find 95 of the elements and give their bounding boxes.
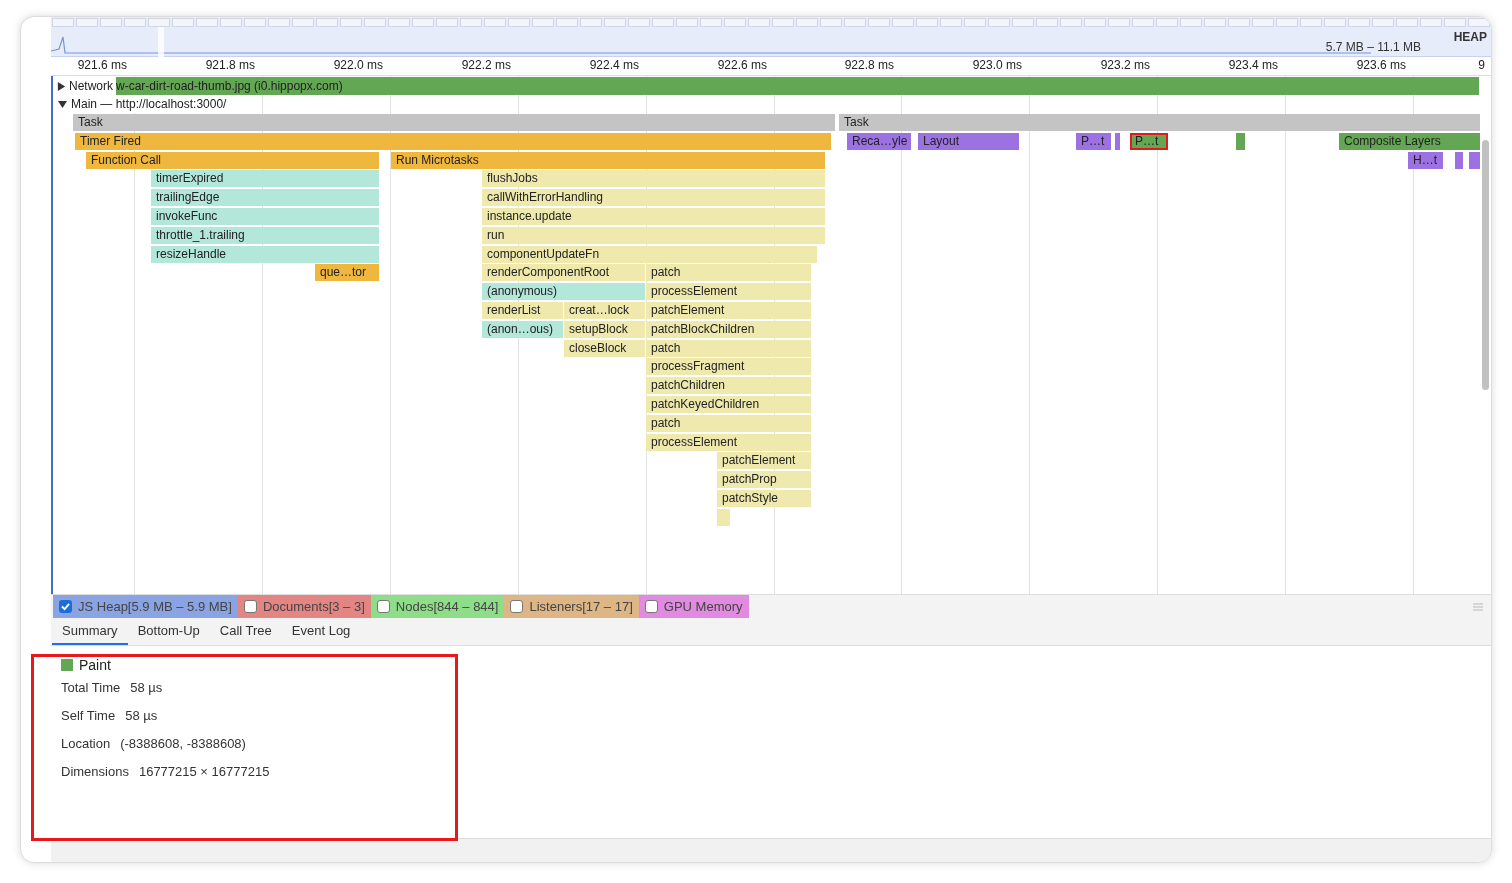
checkbox[interactable] bbox=[376, 600, 390, 613]
flame-bar[interactable]: instance.update bbox=[482, 208, 825, 225]
flame-bar[interactable]: creat…lock bbox=[564, 302, 645, 319]
flame-bar[interactable]: componentUpdateFn bbox=[482, 245, 817, 263]
request-label: w-car-dirt-road-thumb.jpg (i0.hippopx.com) bbox=[116, 78, 343, 95]
heap-label: HEAP bbox=[1453, 31, 1487, 43]
flame-bar[interactable]: resizeHandle bbox=[151, 245, 379, 263]
counter-label: Listeners[17 – 17] bbox=[529, 597, 633, 616]
flame-bar[interactable]: processElement bbox=[646, 283, 811, 301]
flame-bar[interactable]: patch bbox=[646, 414, 811, 432]
flame-bar[interactable]: patchBlockChildren bbox=[646, 320, 811, 338]
track-title: Network bbox=[69, 78, 113, 95]
flame-bar[interactable] bbox=[1240, 132, 1245, 150]
time-label: 923.4 ms bbox=[1228, 59, 1278, 71]
checkbox[interactable] bbox=[510, 600, 524, 613]
flame-bar[interactable]: patchProp bbox=[717, 471, 811, 489]
counter-label: Documents[3 – 3] bbox=[262, 597, 365, 616]
flame-bar[interactable]: (anonymous) bbox=[482, 283, 645, 301]
panel-tab[interactable]: Bottom-Up bbox=[127, 618, 210, 645]
time-label: 921.6 ms bbox=[77, 59, 127, 71]
counter-label: GPU Memory bbox=[663, 597, 743, 616]
checkbox[interactable] bbox=[644, 600, 658, 613]
flame-bar[interactable]: P…t bbox=[1076, 132, 1111, 150]
detail-value: 58 µs bbox=[125, 707, 158, 726]
panel-tab[interactable]: Event Log bbox=[281, 618, 361, 645]
detail-label: Dimensions bbox=[61, 763, 129, 782]
flame-bar[interactable]: timerExpired bbox=[151, 170, 379, 188]
flame-bar[interactable]: setupBlock bbox=[564, 320, 645, 338]
flame-bar[interactable] bbox=[1115, 132, 1120, 150]
flame-bar[interactable]: Composite Layers bbox=[1339, 132, 1480, 150]
expand-icon[interactable] bbox=[57, 81, 66, 91]
time-label: 922.0 ms bbox=[333, 59, 383, 71]
check-icon bbox=[61, 602, 70, 611]
flame-bar[interactable]: callWithErrorHandling bbox=[482, 189, 825, 207]
counter-toggle[interactable]: Nodes[844 – 844] bbox=[370, 595, 505, 618]
time-label: 922.2 ms bbox=[461, 59, 511, 71]
flame-bar[interactable]: Layout bbox=[918, 132, 1019, 150]
flame-bar[interactable]: Run Microtasks bbox=[391, 151, 825, 169]
counter-label: JS Heap[5.9 MB – 5.9 MB] bbox=[78, 597, 232, 616]
detail-value: (-8388608, -8388608) bbox=[120, 735, 246, 754]
flame-bar[interactable]: P…t bbox=[1130, 132, 1168, 150]
time-label: 921.8 ms bbox=[205, 59, 255, 71]
event-title: Paint bbox=[79, 655, 111, 675]
flame-bar[interactable]: Reca…yle bbox=[847, 132, 911, 150]
counter-toggle[interactable]: GPU Memory bbox=[638, 595, 749, 618]
flame-bar[interactable]: trailingEdge bbox=[151, 189, 379, 207]
flame-bar[interactable]: renderList bbox=[482, 302, 563, 319]
flame-bar[interactable] bbox=[1469, 151, 1480, 169]
time-label: 922.8 ms bbox=[844, 59, 894, 71]
flame-bar[interactable]: Task bbox=[73, 114, 835, 131]
scrollbar-thumb[interactable] bbox=[1481, 140, 1489, 390]
flame-bar[interactable]: patchChildren bbox=[646, 377, 811, 395]
time-label: 9 bbox=[1478, 59, 1485, 71]
flame-bar[interactable]: patch bbox=[646, 339, 811, 357]
flame-bar[interactable] bbox=[1455, 151, 1463, 169]
time-label: 922.6 ms bbox=[717, 59, 767, 71]
flame-bar[interactable]: H…t bbox=[1408, 151, 1443, 169]
detail-label: Self Time bbox=[61, 707, 116, 726]
flame-bar[interactable]: Task bbox=[839, 114, 1480, 131]
counter-toggle[interactable]: JS Heap[5.9 MB – 5.9 MB] bbox=[53, 595, 238, 618]
flame-bar[interactable]: que…tor bbox=[315, 264, 379, 282]
track-title[interactable]: Main — http://localhost:3000/ bbox=[71, 95, 227, 113]
flame-bar[interactable]: (anon…ous) bbox=[482, 320, 563, 338]
time-label: 923.6 ms bbox=[1356, 59, 1406, 71]
time-label: 923.0 ms bbox=[972, 59, 1022, 71]
detail-value: 16777215 × 16777215 bbox=[138, 763, 270, 782]
counter-toggle[interactable]: Listeners[17 – 17] bbox=[504, 595, 639, 618]
flame-bar[interactable]: patchElement bbox=[717, 452, 811, 470]
checkbox[interactable] bbox=[59, 600, 72, 613]
flame-bar[interactable]: Timer Fired bbox=[75, 132, 831, 150]
flame-bar[interactable]: patchElement bbox=[646, 302, 811, 319]
flame-bar[interactable]: invokeFunc bbox=[151, 208, 379, 225]
time-label: 923.2 ms bbox=[1100, 59, 1150, 71]
detail-label: Location bbox=[61, 735, 111, 754]
flame-bar[interactable]: throttle_1.trailing bbox=[151, 226, 379, 244]
checkbox[interactable] bbox=[243, 600, 257, 613]
flame-bar[interactable]: closeBlock bbox=[564, 339, 645, 357]
collapse-icon[interactable] bbox=[58, 99, 67, 109]
panel-tab[interactable]: Call Tree bbox=[209, 618, 282, 645]
flame-bar[interactable]: renderComponentRoot bbox=[482, 264, 645, 282]
counter-toggle[interactable]: Documents[3 – 3] bbox=[237, 595, 371, 618]
flame-bar[interactable]: processFragment bbox=[646, 358, 811, 376]
track-header[interactable]: Network bbox=[53, 77, 116, 95]
detail-value: 58 µs bbox=[130, 679, 163, 698]
detail-label: Total Time bbox=[61, 679, 121, 698]
flame-bar[interactable]: patch bbox=[646, 264, 811, 282]
flame-bar[interactable]: processElement bbox=[646, 433, 811, 451]
flame-bar[interactable]: patchKeyedChildren bbox=[646, 396, 811, 413]
flame-bar[interactable]: flushJobs bbox=[482, 170, 825, 188]
heap-range: 5.7 MB – 11.1 MB bbox=[1325, 41, 1421, 53]
flame-bar[interactable]: Function Call bbox=[86, 151, 379, 169]
time-label: 922.4 ms bbox=[589, 59, 639, 71]
counter-label: Nodes[844 – 844] bbox=[395, 597, 499, 616]
flame-bar[interactable]: run bbox=[482, 226, 825, 244]
flame-bar[interactable]: patchStyle bbox=[717, 490, 811, 507]
